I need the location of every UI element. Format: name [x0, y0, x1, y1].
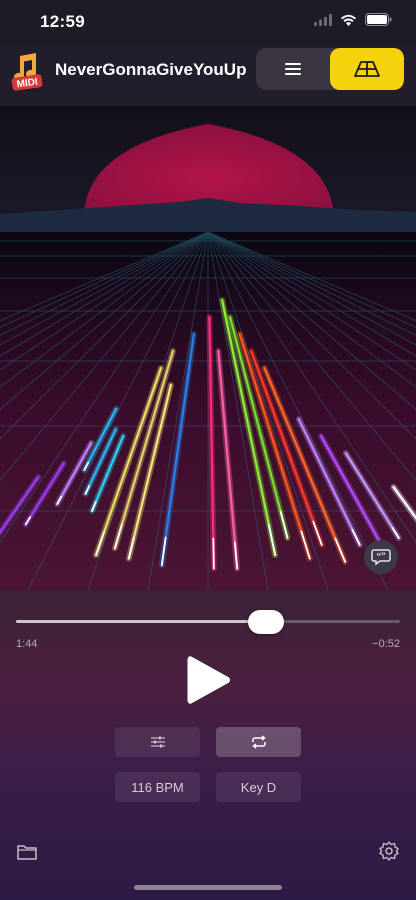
tempo-button[interactable]: 116 BPM — [115, 772, 200, 802]
list-view-button[interactable] — [256, 48, 330, 90]
list-icon — [285, 63, 301, 75]
view-mode-toggle[interactable] — [256, 48, 404, 90]
status-bar: 12:59 — [0, 0, 416, 44]
progress-track[interactable] — [16, 620, 400, 623]
player-controls: 1:44 −0:52 116 BPM Key D — [0, 590, 416, 900]
lyrics-button[interactable]: “” — [364, 540, 398, 574]
status-icons — [314, 13, 392, 26]
repeat-icon — [251, 735, 266, 749]
remaining-time: −0:52 — [372, 638, 400, 650]
folder-icon[interactable] — [16, 842, 38, 862]
key-button[interactable]: Key D — [216, 772, 301, 802]
signal-icon — [314, 13, 332, 26]
progress-fill — [16, 620, 266, 623]
play-icon — [187, 656, 230, 704]
wifi-icon — [341, 14, 356, 26]
loop-button[interactable] — [216, 727, 301, 757]
quote-bubble-icon: “” — [371, 549, 391, 566]
perspective-icon — [354, 61, 380, 77]
play-button[interactable] — [183, 654, 235, 706]
gear-icon[interactable] — [378, 840, 400, 862]
note-visualizer[interactable]: “” — [0, 106, 416, 590]
note-streak-tip — [212, 537, 215, 570]
svg-text:“”: “” — [377, 551, 387, 561]
mixer-button[interactable] — [115, 727, 200, 757]
song-title: NeverGonnaGiveYouUp — [55, 60, 247, 79]
app-logo-icon: MIDI — [11, 53, 43, 91]
perspective-view-button[interactable] — [330, 48, 404, 90]
progress-thumb[interactable] — [247, 610, 284, 634]
top-bar: MIDI NeverGonnaGiveYouUp — [0, 44, 416, 106]
battery-icon — [365, 13, 392, 26]
app-logo-text: MIDI — [16, 77, 39, 91]
home-indicator — [134, 885, 282, 890]
visualizer-canvas — [0, 106, 416, 590]
elapsed-time: 1:44 — [16, 638, 38, 650]
sliders-icon — [150, 736, 165, 748]
status-time: 12:59 — [40, 12, 85, 31]
